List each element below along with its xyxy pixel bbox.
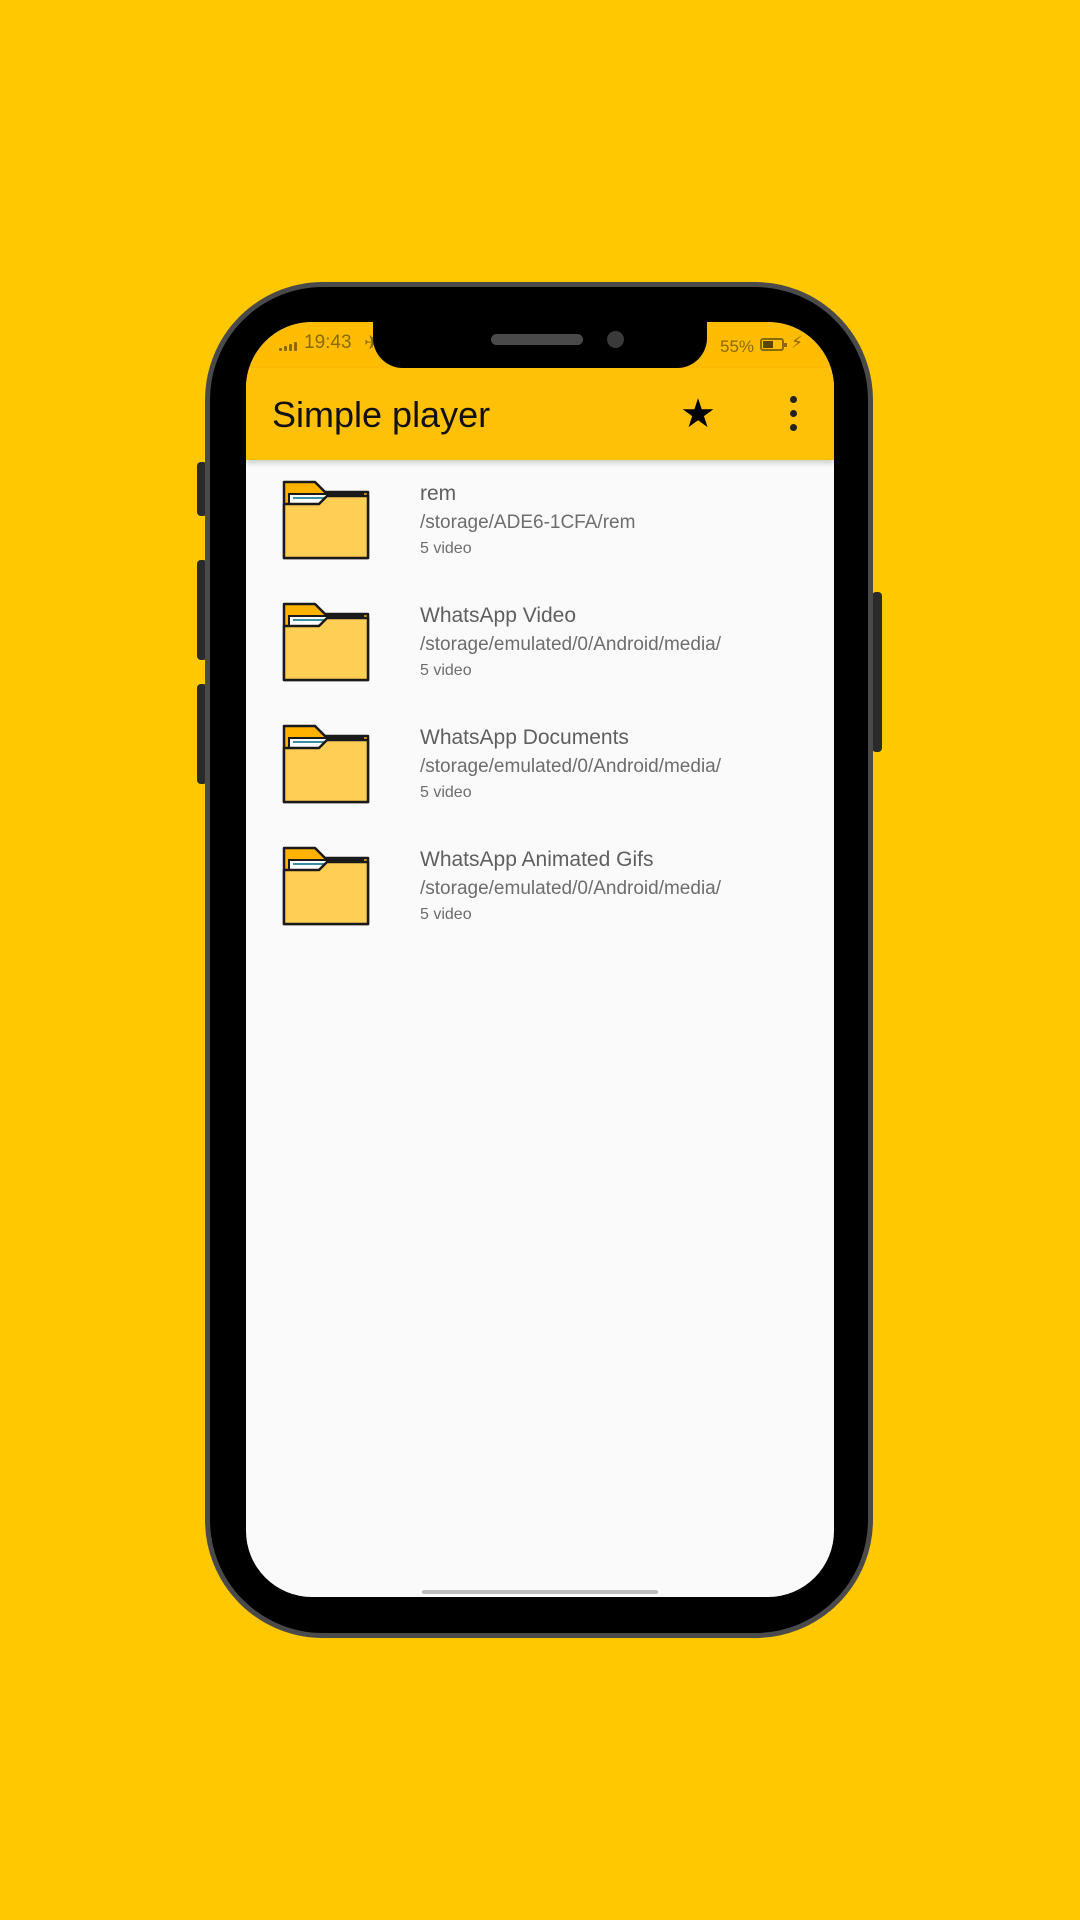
- home-indicator[interactable]: [422, 1590, 658, 1594]
- folder-list-item[interactable]: WhatsApp Animated Gifs /storage/emulated…: [246, 826, 834, 948]
- more-vert-icon[interactable]: [766, 386, 822, 442]
- folder-video-count: 5 video: [420, 784, 472, 801]
- folder-name: rem: [420, 482, 457, 505]
- favorites-star-icon[interactable]: ★: [670, 386, 726, 442]
- folder-path: /storage/emulated/0/Android/media/: [420, 878, 722, 899]
- status-time: 19:43: [304, 332, 352, 353]
- folder-name: WhatsApp Video: [420, 604, 577, 627]
- folder-icon: [281, 844, 371, 928]
- speaker: [491, 334, 583, 345]
- folder-icon: [281, 722, 371, 806]
- folder-path: /storage/emulated/0/Android/media/: [420, 756, 722, 777]
- signal-icon: [279, 342, 297, 351]
- folder-name: WhatsApp Animated Gifs: [420, 848, 654, 871]
- battery-icon: [760, 338, 787, 351]
- folder-list-item[interactable]: WhatsApp Documents /storage/emulated/0/A…: [246, 704, 834, 826]
- folder-icon: [281, 600, 371, 684]
- front-camera: [607, 331, 624, 348]
- charging-icon: ⚡: [791, 333, 803, 352]
- folder-video-count: 5 video: [420, 540, 472, 557]
- folder-video-count: 5 video: [420, 662, 472, 679]
- folder-name: WhatsApp Documents: [420, 726, 629, 749]
- app-bar: Simple player ★: [246, 368, 834, 460]
- folder-video-count: 5 video: [420, 906, 472, 923]
- notch: [373, 322, 707, 368]
- power-button: [872, 592, 882, 752]
- folder-list-item[interactable]: WhatsApp Video /storage/emulated/0/Andro…: [246, 582, 834, 704]
- phone-screen: 19:43 ✈ 55% ⚡ Simple player ★ rem /stora…: [246, 322, 834, 1597]
- battery-percent: 55%: [720, 337, 755, 356]
- folder-list-item[interactable]: rem /storage/ADE6-1CFA/rem 5 video: [246, 460, 834, 582]
- folder-path: /storage/emulated/0/Android/media/: [420, 634, 722, 655]
- folder-path: /storage/ADE6-1CFA/rem: [420, 512, 636, 533]
- folder-icon: [281, 478, 371, 562]
- app-title: Simple player: [272, 394, 491, 435]
